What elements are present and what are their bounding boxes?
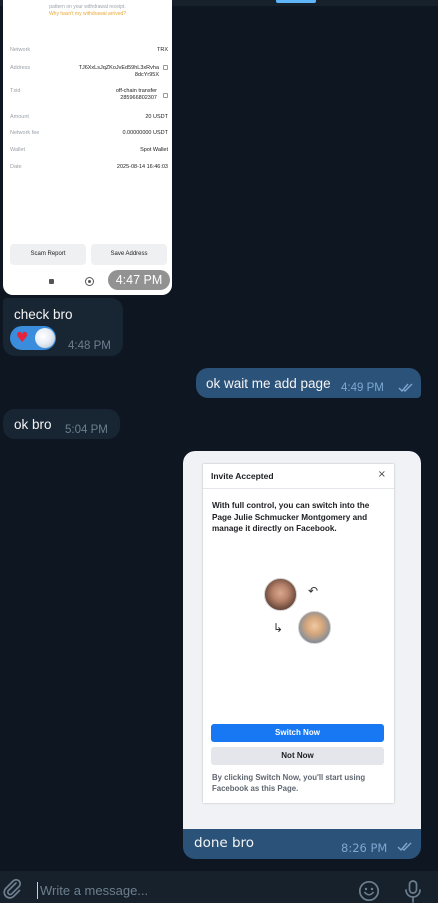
detail-value: TJ6XxLsJqZKoJvEd59hL3xRvha 8dcYr95X xyxy=(78,65,159,78)
withdrawal-notice: pattern on your withdrawal receipt. Why … xyxy=(3,4,172,18)
not-now-button: Not Now xyxy=(211,747,384,765)
message-time: 5:04 PM xyxy=(65,424,108,436)
detail-label: Amount xyxy=(10,114,29,120)
dialog-body-text: With full control, you can switch into t… xyxy=(212,501,370,533)
detail-value: off-chain transfer 285966802307 xyxy=(115,88,157,101)
detail-label: Network xyxy=(10,47,31,53)
text-cursor xyxy=(37,882,38,899)
message-time: 8:26 PM xyxy=(341,841,388,855)
detail-label: Wallet xyxy=(10,147,26,153)
notice-text: pattern on your withdrawal receipt. xyxy=(49,4,126,10)
detail-label: Network fee xyxy=(10,130,40,136)
message-time: 4:49 PM xyxy=(341,382,384,394)
message-input[interactable]: Write a message... xyxy=(40,883,148,899)
switch-arrow-icon: ↳ xyxy=(273,621,284,635)
outgoing-photo-message[interactable]: Invite Accepted × With full control, you… xyxy=(183,451,421,859)
outgoing-message[interactable]: ok wait me add page 4:49 PM xyxy=(196,368,421,398)
detail-value: 0.00000000 USDT xyxy=(122,130,168,136)
detail-value: 20 USDT xyxy=(145,114,168,120)
double-check-icon xyxy=(398,383,413,393)
profile-avatar xyxy=(264,578,297,611)
heart-icon: ♥ xyxy=(16,330,29,346)
emoji-icon[interactable] xyxy=(358,880,380,902)
message-caption: done bro xyxy=(194,835,255,851)
detail-row-txid: Txid off-chain transfer 285966802307 xyxy=(10,88,168,104)
copy-icon xyxy=(163,93,168,98)
message-time: 4:47 PM xyxy=(108,270,170,290)
detail-label: Txid xyxy=(10,88,21,94)
dialog-footer-text: By clicking Switch Now, you'll start usi… xyxy=(212,773,366,793)
paperclip-icon[interactable] xyxy=(1,877,23,899)
screenshot-invite-accepted[interactable]: Invite Accepted × With full control, you… xyxy=(183,451,421,829)
dialog-header: Invite Accepted × xyxy=(203,464,394,489)
nav-recents-icon xyxy=(49,279,54,284)
message-text: ok wait me add page xyxy=(206,376,331,391)
nav-home-icon xyxy=(85,277,94,286)
save-address-button: Save Address xyxy=(91,244,167,265)
switch-now-button: Switch Now xyxy=(211,724,384,742)
message-time: 4:48 PM xyxy=(68,340,111,352)
double-check-icon xyxy=(397,842,412,852)
detail-value: TRX xyxy=(157,47,168,53)
switch-arrow-icon: ↶ xyxy=(308,584,319,598)
detail-label: Address xyxy=(10,65,31,71)
message-text: check bro xyxy=(14,307,73,322)
detail-row-address: Address TJ6XxLsJqZKoJvEd59hL3xRvha 8dcYr… xyxy=(10,65,168,81)
detail-label: Date xyxy=(10,164,22,170)
page-avatar xyxy=(298,611,331,644)
incoming-message[interactable]: ok bro 5:04 PM xyxy=(3,409,120,439)
notice-link: Why hasn't my withdrawal arrived? xyxy=(48,11,127,17)
close-icon: × xyxy=(377,469,386,480)
copy-icon xyxy=(163,65,168,70)
detail-value: Spot Wallet xyxy=(140,147,168,153)
invite-dialog: Invite Accepted × With full control, you… xyxy=(203,464,394,803)
reaction-badge[interactable]: ♥ xyxy=(10,326,56,350)
scam-report-button: Scam Report xyxy=(10,244,86,265)
top-tab-indicator[interactable] xyxy=(276,0,316,3)
message-text: ok bro xyxy=(14,417,52,432)
detail-value: 2025-08-14 16:46:03 xyxy=(116,164,168,170)
screenshot-withdrawal-receipt[interactable]: pattern on your withdrawal receipt. Why … xyxy=(3,0,172,295)
microphone-icon[interactable] xyxy=(402,879,424,903)
reactor-avatar xyxy=(35,328,55,348)
dialog-title: Invite Accepted xyxy=(211,471,274,481)
